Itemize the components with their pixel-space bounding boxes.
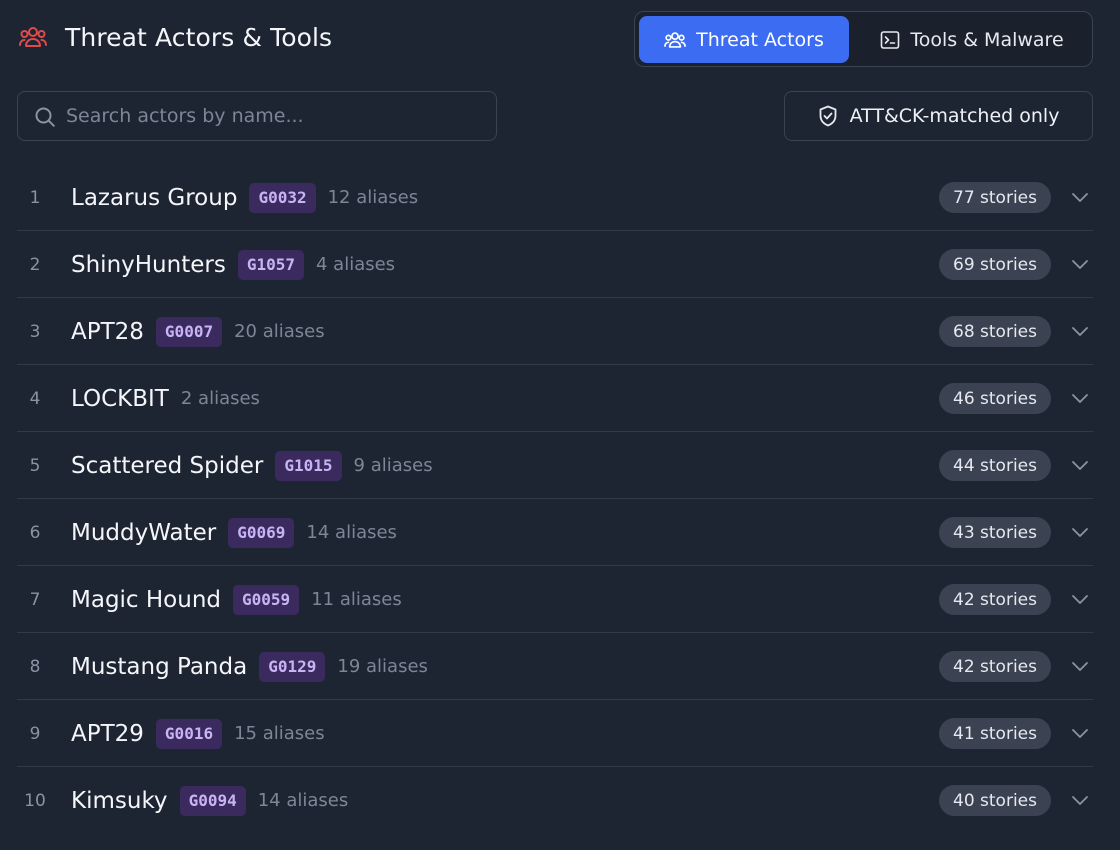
rank-number: 10 <box>24 790 46 811</box>
rank-number: 9 <box>29 723 41 744</box>
shield-check-icon <box>818 105 838 127</box>
view-tabs: Threat Actors Tools & Malware <box>634 11 1093 67</box>
alias-count: 12 aliases <box>327 187 419 208</box>
chevron-down-icon[interactable] <box>1071 322 1089 340</box>
actor-name: Kimsuky <box>71 787 168 814</box>
alias-count: 19 aliases <box>337 656 428 677</box>
actor-name: LOCKBIT <box>71 385 169 412</box>
chevron-down-icon[interactable] <box>1071 791 1089 809</box>
tab-label: Threat Actors <box>696 28 824 51</box>
tab-tools-malware[interactable]: Tools & Malware <box>855 16 1089 63</box>
mitre-group-id-badge: G0032 <box>249 182 316 213</box>
list-item[interactable]: 9 APT29 G0016 15 aliases 41 stories <box>17 700 1093 767</box>
mitre-group-id-badge: G1015 <box>275 450 342 481</box>
list-item[interactable]: 10 Kimsuky G0094 14 aliases 40 stories <box>17 767 1093 834</box>
alias-count: 14 aliases <box>306 522 397 543</box>
page-title: Threat Actors & Tools <box>65 22 333 52</box>
users-icon <box>18 22 48 52</box>
actor-name: ShinyHunters <box>71 251 226 278</box>
filter-label: ATT&CK-matched only <box>849 105 1060 127</box>
alias-count: 2 aliases <box>180 388 260 409</box>
rank-number: 8 <box>29 656 41 677</box>
actor-name: APT29 <box>71 720 144 747</box>
rank-number: 6 <box>29 522 41 543</box>
story-count-badge: 42 stories <box>939 584 1051 615</box>
actor-name: APT28 <box>71 318 144 345</box>
actor-name: Lazarus Group <box>71 184 238 211</box>
rank-number: 2 <box>29 254 41 275</box>
header: Threat Actors & Tools Threat Actors Tool… <box>0 0 1120 76</box>
chevron-down-icon[interactable] <box>1071 657 1089 675</box>
rank-number: 3 <box>29 321 41 342</box>
app: Threat Actors & Tools Threat Actors Tool… <box>0 0 1120 850</box>
alias-count: 20 aliases <box>234 321 325 342</box>
chevron-down-icon[interactable] <box>1071 590 1089 608</box>
terminal-icon <box>880 30 900 50</box>
story-count-badge: 69 stories <box>939 249 1051 280</box>
chevron-down-icon[interactable] <box>1071 456 1089 474</box>
alias-count: 4 aliases <box>315 254 396 275</box>
mitre-group-id-badge: G0059 <box>233 584 300 615</box>
actor-name: Scattered Spider <box>71 452 264 479</box>
story-count-badge: 43 stories <box>939 517 1051 548</box>
list-item[interactable]: 6 MuddyWater G0069 14 aliases 43 stories <box>17 499 1093 566</box>
tab-threat-actors[interactable]: Threat Actors <box>639 16 849 63</box>
attck-filter-button[interactable]: ATT&CK-matched only <box>784 91 1093 141</box>
chevron-down-icon[interactable] <box>1071 523 1089 541</box>
mitre-group-id-badge: G0016 <box>155 718 223 749</box>
story-count-badge: 41 stories <box>939 718 1051 749</box>
rank-number: 7 <box>29 589 41 610</box>
list-item[interactable]: 7 Magic Hound G0059 11 aliases 42 storie… <box>17 566 1093 633</box>
search-icon <box>34 106 56 132</box>
chevron-down-icon[interactable] <box>1071 188 1089 206</box>
list-item[interactable]: 8 Mustang Panda G0129 19 aliases 42 stor… <box>17 633 1093 700</box>
story-count-badge: 40 stories <box>939 785 1051 816</box>
story-count-badge: 46 stories <box>939 383 1051 414</box>
title-group: Threat Actors & Tools <box>18 22 332 52</box>
rank-number: 1 <box>29 187 41 208</box>
story-count-badge: 44 stories <box>939 450 1051 481</box>
mitre-group-id-badge: G0007 <box>155 316 223 347</box>
actor-name: Mustang Panda <box>71 653 248 680</box>
mitre-group-id-badge: G0129 <box>259 651 326 682</box>
search-box <box>17 91 497 141</box>
search-input[interactable] <box>66 92 486 140</box>
actor-name: Magic Hound <box>71 586 222 613</box>
rank-number: 4 <box>29 388 41 409</box>
list-item[interactable]: 1 Lazarus Group G0032 12 aliases 77 stor… <box>17 164 1093 231</box>
actor-name: MuddyWater <box>71 519 217 546</box>
story-count-badge: 68 stories <box>939 316 1051 347</box>
chevron-down-icon[interactable] <box>1071 389 1089 407</box>
mitre-group-id-badge: G1057 <box>237 249 304 280</box>
list-item[interactable]: 4 LOCKBIT 2 aliases 46 stories <box>17 365 1093 432</box>
story-count-badge: 42 stories <box>939 651 1051 682</box>
story-count-badge: 77 stories <box>939 182 1051 213</box>
list-item[interactable]: 2 ShinyHunters G1057 4 aliases 69 storie… <box>17 231 1093 298</box>
mitre-group-id-badge: G0094 <box>179 785 246 816</box>
actor-list: 1 Lazarus Group G0032 12 aliases 77 stor… <box>17 164 1093 834</box>
chevron-down-icon[interactable] <box>1071 724 1089 742</box>
alias-count: 9 aliases <box>353 455 433 476</box>
list-item[interactable]: 5 Scattered Spider G1015 9 aliases 44 st… <box>17 432 1093 499</box>
mitre-group-id-badge: G0069 <box>228 517 295 548</box>
list-item[interactable]: 3 APT28 G0007 20 aliases 68 stories <box>17 298 1093 365</box>
alias-count: 14 aliases <box>257 790 349 811</box>
chevron-down-icon[interactable] <box>1071 255 1089 273</box>
rank-number: 5 <box>29 455 41 476</box>
users-icon <box>664 30 686 50</box>
alias-count: 15 aliases <box>234 723 325 744</box>
tab-label: Tools & Malware <box>910 28 1064 51</box>
alias-count: 11 aliases <box>311 589 402 610</box>
